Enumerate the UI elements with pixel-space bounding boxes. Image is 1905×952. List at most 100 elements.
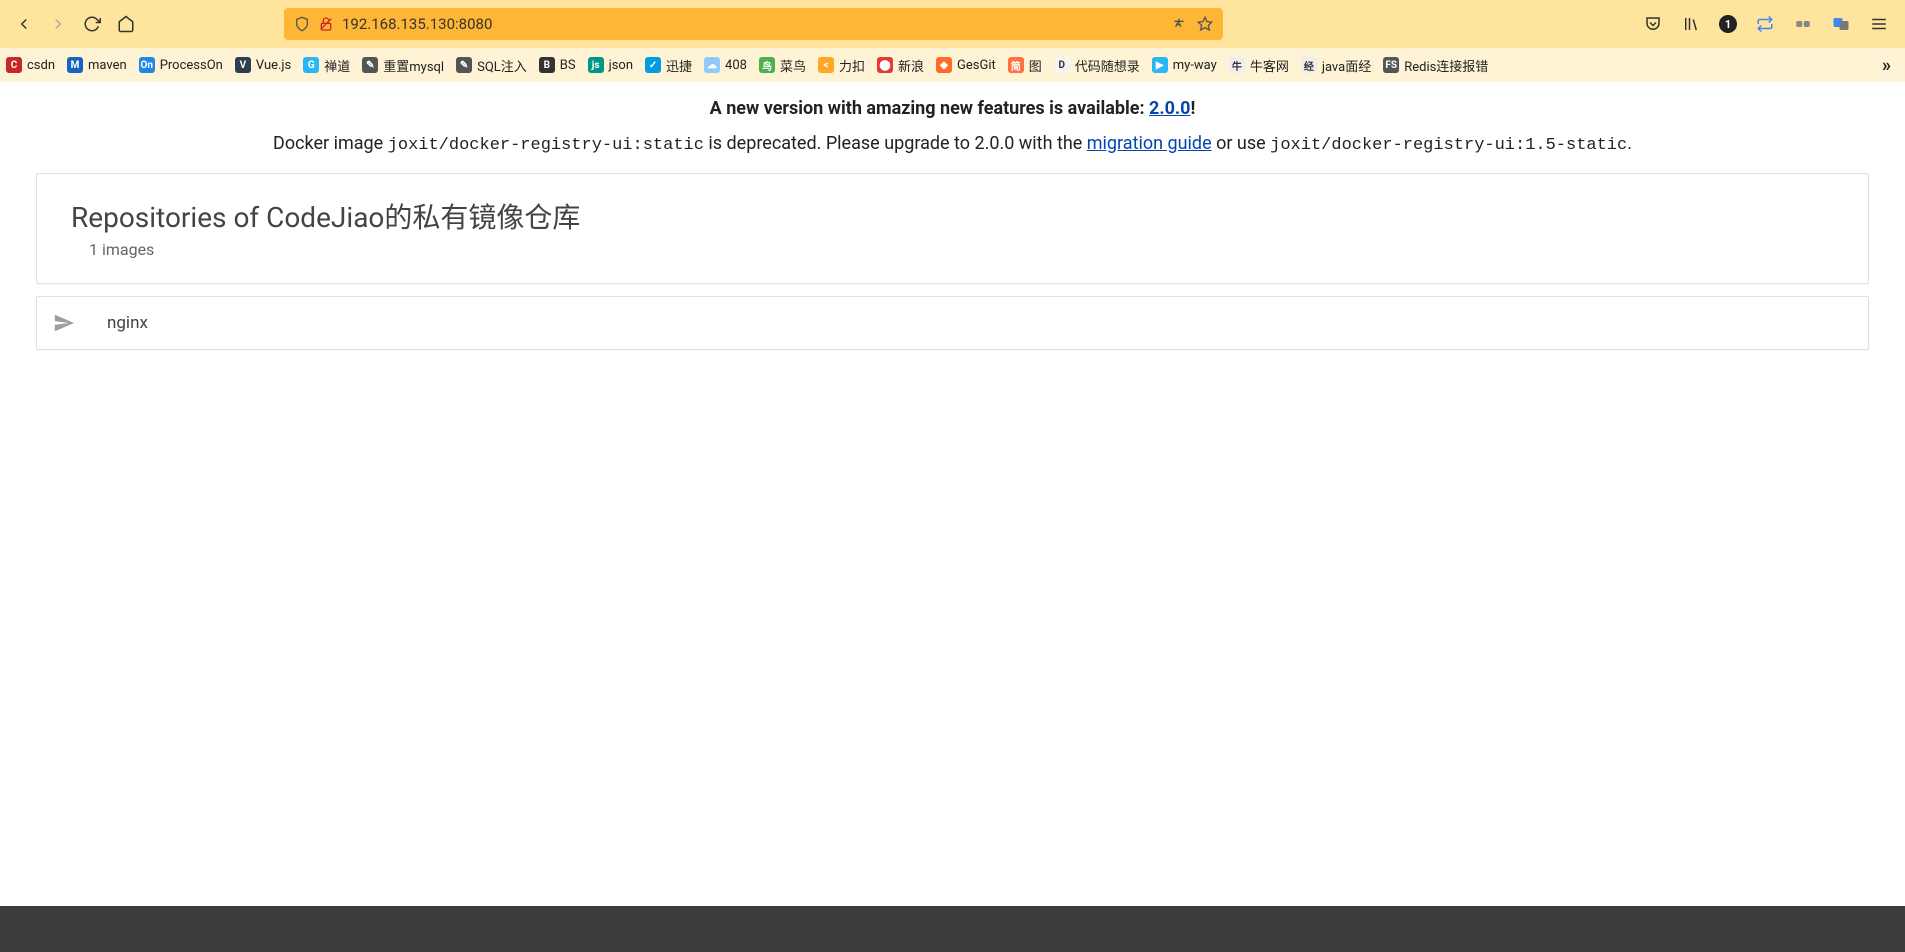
deprecation-notice: Docker image joxit/docker-registry-ui:st… bbox=[0, 119, 1905, 173]
bookmark-label: json bbox=[609, 58, 633, 73]
bookmark-label: 迅捷 bbox=[666, 56, 692, 75]
dep-pre: Docker image bbox=[273, 133, 388, 154]
pocket-icon[interactable] bbox=[1643, 14, 1663, 34]
send-icon bbox=[53, 311, 77, 335]
favicon: 鸟 bbox=[759, 57, 775, 73]
new-version-notice: A new version with amazing new features … bbox=[0, 82, 1905, 119]
favicon: ◆ bbox=[936, 57, 952, 73]
favicon: D bbox=[1054, 57, 1070, 73]
favicon: 简 bbox=[1008, 57, 1024, 73]
bookmark-item[interactable]: ✓ 迅捷 bbox=[645, 56, 692, 75]
forward-button[interactable] bbox=[44, 10, 72, 38]
favicon: < bbox=[818, 57, 834, 73]
library-icon[interactable] bbox=[1681, 14, 1701, 34]
notice-text: A new version with amazing new features … bbox=[710, 98, 1149, 119]
menu-icon[interactable] bbox=[1869, 14, 1889, 34]
bookmark-label: maven bbox=[88, 58, 127, 73]
bookmark-label: ProcessOn bbox=[160, 58, 223, 73]
bookmark-item[interactable]: V Vue.js bbox=[235, 57, 291, 73]
bookmark-label: SQL注入 bbox=[477, 56, 527, 75]
repository-name: nginx bbox=[107, 313, 148, 333]
dep-image1: joxit/docker-registry-ui:static bbox=[388, 136, 704, 155]
back-button[interactable] bbox=[10, 10, 38, 38]
favicon: M bbox=[67, 57, 83, 73]
bookmark-item[interactable]: ◆ GesGit bbox=[936, 57, 996, 73]
bookmark-label: 牛客网 bbox=[1250, 56, 1289, 75]
favicon: V bbox=[235, 57, 251, 73]
bookmark-label: Vue.js bbox=[256, 58, 291, 73]
bookmark-item[interactable]: ✎ SQL注入 bbox=[456, 56, 527, 75]
extension-icon[interactable] bbox=[1793, 14, 1813, 34]
toolbar: 192.168.135.130:8080 1 bbox=[0, 0, 1905, 48]
notification-badge[interactable]: 1 bbox=[1719, 15, 1737, 33]
bookmark-label: 力扣 bbox=[839, 56, 865, 75]
bookmark-label: 408 bbox=[725, 58, 747, 73]
bookmarks-overflow-icon[interactable]: » bbox=[1874, 55, 1899, 76]
shield-icon bbox=[294, 16, 310, 32]
favicon: FS bbox=[1383, 57, 1399, 73]
bookmark-item[interactable]: 经 java面经 bbox=[1301, 56, 1371, 75]
bookmark-item[interactable]: G 禅道 bbox=[303, 56, 350, 75]
bookmark-item[interactable]: 简图 bbox=[1008, 56, 1042, 75]
bookmark-item[interactable]: Mmaven bbox=[67, 57, 127, 73]
bookmark-label: GesGit bbox=[957, 58, 996, 73]
bookmark-label: BS bbox=[560, 58, 576, 73]
bookmark-item[interactable]: D 代码随想录 bbox=[1054, 56, 1140, 75]
bookmark-item[interactable]: ▶ my-way bbox=[1152, 57, 1217, 73]
repositories-count: 1 images bbox=[89, 240, 1834, 259]
favicon: ⬤ bbox=[877, 57, 893, 73]
bookmark-item[interactable]: ⬤ 新浪 bbox=[877, 56, 924, 75]
bookmark-item[interactable]: 牛牛客网 bbox=[1229, 56, 1289, 75]
toolbar-right: 1 bbox=[1643, 14, 1895, 34]
bookmark-label: 菜鸟 bbox=[780, 56, 806, 75]
url-bar[interactable]: 192.168.135.130:8080 bbox=[284, 8, 1223, 40]
version-link[interactable]: 2.0.0 bbox=[1149, 98, 1190, 119]
dep-end: . bbox=[1627, 133, 1632, 154]
bookmark-item[interactable]: ✎重置mysql bbox=[362, 56, 444, 75]
bookmark-label: 禅道 bbox=[324, 56, 350, 75]
notice-suffix: ! bbox=[1190, 98, 1195, 119]
favicon: js bbox=[588, 57, 604, 73]
bookmark-label: my-way bbox=[1173, 58, 1217, 73]
migration-guide-link[interactable]: migration guide bbox=[1087, 133, 1212, 154]
sync-icon[interactable] bbox=[1755, 14, 1775, 34]
bookmark-item[interactable]: FS Redis连接报错 bbox=[1383, 56, 1488, 75]
bookmark-label: 重置mysql bbox=[383, 56, 444, 75]
repositories-title: Repositories of CodeJiao的私有镜像仓库 bbox=[71, 196, 1834, 236]
favicon: 牛 bbox=[1229, 57, 1245, 73]
favicon: ✎ bbox=[456, 57, 472, 73]
translate-icon[interactable] bbox=[1171, 16, 1187, 32]
bookmark-item[interactable]: jsjson bbox=[588, 57, 633, 73]
bookmark-label: 新浪 bbox=[898, 56, 924, 75]
bookmark-item[interactable]: ☁ 408 bbox=[704, 57, 747, 73]
repositories-card: Repositories of CodeJiao的私有镜像仓库 1 images bbox=[36, 173, 1869, 284]
footer bbox=[0, 906, 1905, 952]
bookmark-item[interactable]: < 力扣 bbox=[818, 56, 865, 75]
reload-button[interactable] bbox=[78, 10, 106, 38]
translate-ext-icon[interactable] bbox=[1831, 14, 1851, 34]
bookmarks-bar: CcsdnMmavenOnProcessOnVVue.jsG禅道✎重置mysql… bbox=[0, 48, 1905, 82]
bookmark-item[interactable]: Ccsdn bbox=[6, 57, 55, 73]
dep-post: or use bbox=[1212, 133, 1271, 154]
repository-list: nginx bbox=[36, 296, 1869, 350]
bookmark-item[interactable]: BBS bbox=[539, 57, 576, 73]
favicon: ▶ bbox=[1152, 57, 1168, 73]
insecure-icon bbox=[318, 16, 334, 32]
favicon: 经 bbox=[1301, 57, 1317, 73]
bookmark-item[interactable]: On ProcessOn bbox=[139, 57, 223, 73]
bookmark-label: java面经 bbox=[1322, 56, 1371, 75]
favicon: On bbox=[139, 57, 155, 73]
home-button[interactable] bbox=[112, 10, 140, 38]
bookmark-label: 图 bbox=[1029, 56, 1042, 75]
bookmark-item[interactable]: 鸟菜鸟 bbox=[759, 56, 806, 75]
browser-chrome: 192.168.135.130:8080 1 bbox=[0, 0, 1905, 82]
favicon: ✓ bbox=[645, 57, 661, 73]
bookmark-label: 代码随想录 bbox=[1075, 56, 1140, 75]
url-text: 192.168.135.130:8080 bbox=[342, 15, 1163, 33]
bookmark-label: Redis连接报错 bbox=[1404, 56, 1488, 75]
bookmark-star-icon[interactable] bbox=[1197, 16, 1213, 32]
favicon: ☁ bbox=[704, 57, 720, 73]
favicon: G bbox=[303, 57, 319, 73]
repository-row[interactable]: nginx bbox=[37, 297, 1868, 349]
repositories-header: Repositories of CodeJiao的私有镜像仓库 1 images bbox=[37, 174, 1868, 283]
